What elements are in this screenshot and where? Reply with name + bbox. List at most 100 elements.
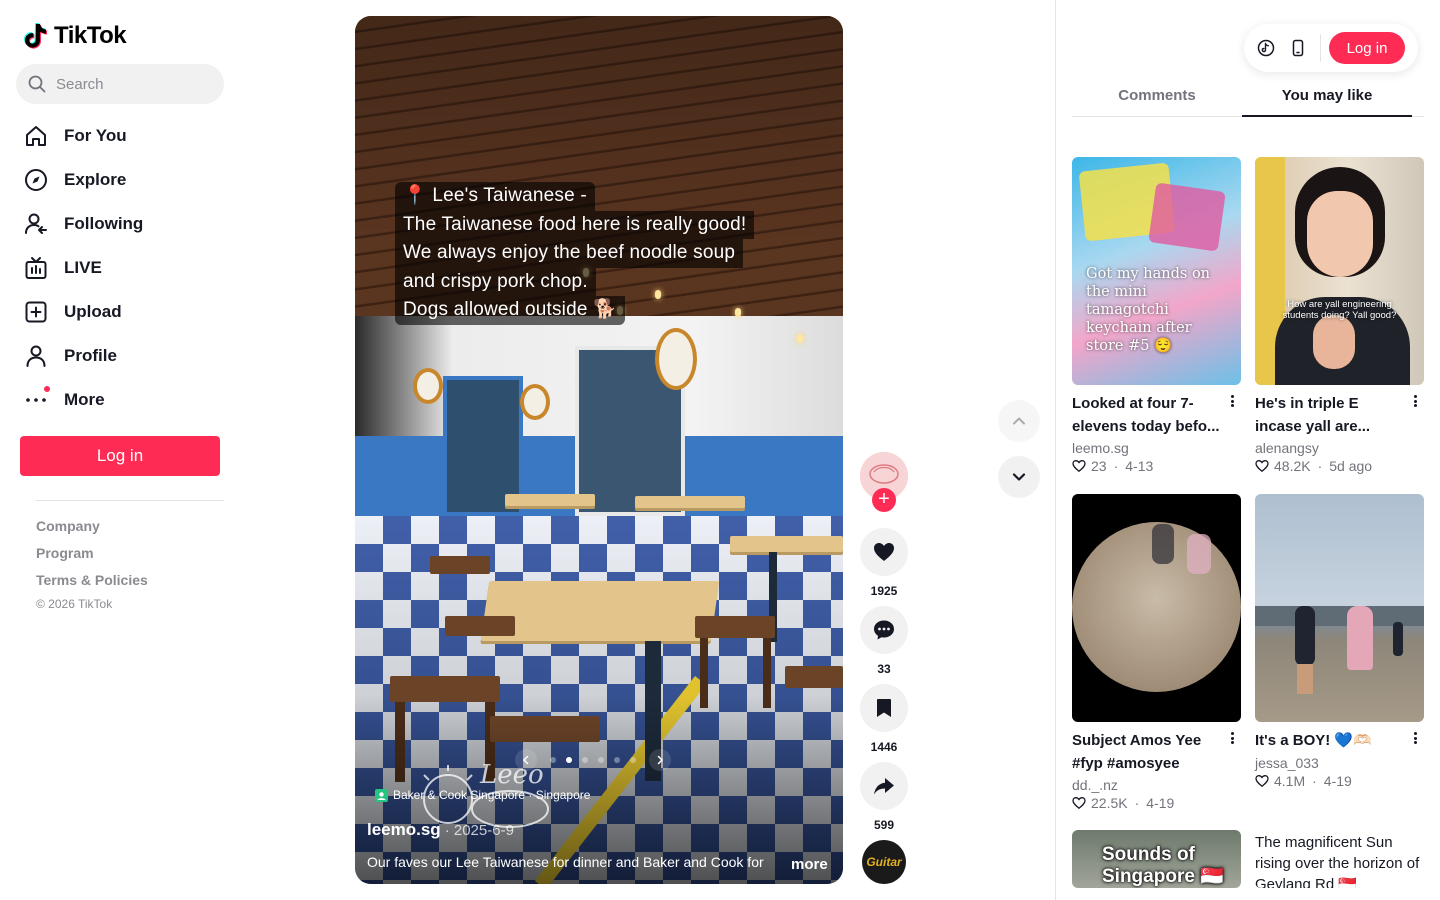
- chevron-left-icon: [522, 755, 529, 765]
- tiktok-app: TikTok For You Explore: [0, 0, 1440, 900]
- right-tabs: Comments You may like: [1072, 76, 1424, 117]
- carousel-dot[interactable]: [598, 757, 604, 763]
- video-card[interactable]: The magnificent Sun rising over the hori…: [1255, 830, 1424, 888]
- live-icon: [25, 257, 47, 279]
- caption-line: We always enjoy the beef noodle soup: [395, 239, 744, 268]
- carousel-dots: [545, 757, 641, 763]
- nav-item-more[interactable]: More: [16, 378, 224, 422]
- upload-icon: [25, 301, 47, 323]
- location-tag[interactable]: Baker & Cook Singapore · Singapore: [375, 788, 590, 802]
- image-alt-text: The magnificent Sun rising over the hori…: [1255, 834, 1420, 888]
- photo-carousel: [515, 749, 671, 771]
- carousel-next-button[interactable]: [649, 749, 671, 771]
- author-username[interactable]: leemo.sg: [367, 820, 441, 840]
- description-more-button[interactable]: more: [791, 856, 828, 873]
- next-video-button[interactable]: [998, 456, 1040, 498]
- tab-you-may-like[interactable]: You may like: [1242, 76, 1412, 117]
- nav-item-label: Profile: [64, 346, 117, 365]
- heart-outline-icon: [1255, 460, 1269, 473]
- card-meta: 22.5K · 4-19: [1072, 795, 1241, 811]
- location-label: Baker & Cook Singapore · Singapore: [393, 788, 591, 802]
- video-thumbnail: Sounds of Singapore 🇸🇬: [1072, 830, 1241, 888]
- previous-video-button[interactable]: [998, 400, 1040, 442]
- save-button[interactable]: [860, 684, 908, 732]
- action-bar: + 1925 33 1446 599: [860, 452, 908, 840]
- main-nav: For You Explore Following LIVE Upload Pr…: [16, 114, 224, 422]
- video-card[interactable]: How are yall engineering students doing?…: [1255, 157, 1424, 474]
- location-pin-icon: [375, 788, 388, 802]
- card-more-menu-icon[interactable]: [1408, 393, 1422, 409]
- video-card[interactable]: It's a BOY! 💙🫶🏻 jessa_033 4.1M · 4-19: [1255, 494, 1424, 789]
- card-date: 5d ago: [1329, 458, 1373, 474]
- nav-item-upload[interactable]: Upload: [16, 290, 224, 334]
- broken-image-thumbnail: The magnificent Sun rising over the hori…: [1255, 830, 1424, 888]
- nav-item-label: Upload: [64, 302, 122, 321]
- video-table: [480, 581, 720, 641]
- card-author[interactable]: jessa_033: [1255, 755, 1424, 771]
- comment-icon: [874, 620, 894, 640]
- video-card[interactable]: Got my hands on the mini tamagotchi keyc…: [1072, 157, 1241, 474]
- chevron-up-icon: [1013, 417, 1025, 425]
- tiktok-app-button[interactable]: [1254, 36, 1278, 60]
- card-likes: 23: [1091, 458, 1107, 474]
- post-date: · 2025-6-9: [444, 822, 514, 839]
- header-login-button[interactable]: Log in: [1329, 32, 1405, 64]
- tiktok-wordmark: TikTok: [54, 22, 127, 49]
- sidebar-login-button[interactable]: Log in: [20, 436, 220, 476]
- creator-avatar[interactable]: +: [860, 452, 908, 512]
- music-disc-label: Guitar: [866, 855, 902, 869]
- tiktok-logo[interactable]: TikTok: [24, 20, 127, 52]
- nav-item-live[interactable]: LIVE: [16, 246, 224, 290]
- home-icon: [26, 126, 46, 146]
- footer-links: Company Program Terms & Policies: [36, 518, 148, 599]
- search-icon: [28, 75, 46, 93]
- share-count: 599: [873, 818, 895, 832]
- nav-item-profile[interactable]: Profile: [16, 334, 224, 378]
- nav-item-label: For You: [64, 126, 127, 145]
- following-icon: [25, 213, 47, 234]
- video-byline: leemo.sg · 2025-6-9: [367, 820, 514, 840]
- follow-button[interactable]: +: [872, 488, 896, 512]
- restaurant-sign: [655, 328, 697, 390]
- card-date: 4-19: [1323, 772, 1352, 789]
- card-more-menu-icon[interactable]: [1225, 393, 1239, 409]
- share-icon: [874, 778, 894, 795]
- like-button[interactable]: [860, 528, 908, 576]
- card-likes: 48.2K: [1274, 458, 1311, 474]
- footer-link-program[interactable]: Program: [36, 545, 148, 572]
- nav-item-following[interactable]: Following: [16, 202, 224, 246]
- card-meta: 4.1M · 4-19: [1255, 773, 1424, 789]
- video-card[interactable]: Subject Amos Yee #fyp #amosyee dd._.nz 2…: [1072, 494, 1241, 811]
- card-author[interactable]: alenangsy: [1255, 440, 1424, 456]
- get-app-button[interactable]: [1286, 36, 1310, 60]
- carousel-dot[interactable]: [582, 757, 588, 763]
- heart-outline-icon: [1072, 797, 1086, 810]
- card-title: Subject Amos Yee #fyp #amosyee: [1072, 732, 1202, 772]
- video-player[interactable]: 📍 Lee's Taiwanese - The Taiwanese food h…: [355, 16, 843, 884]
- footer-link-company[interactable]: Company: [36, 518, 148, 545]
- search-input[interactable]: [56, 75, 206, 93]
- carousel-dot[interactable]: [614, 757, 620, 763]
- tab-comments[interactable]: Comments: [1072, 76, 1242, 116]
- card-author[interactable]: dd._.nz: [1072, 777, 1241, 793]
- comment-button[interactable]: [860, 606, 908, 654]
- heart-outline-icon: [1072, 460, 1086, 473]
- carousel-prev-button[interactable]: [515, 749, 537, 771]
- card-more-menu-icon[interactable]: [1408, 730, 1422, 746]
- save-count: 1446: [870, 740, 898, 754]
- carousel-dot[interactable]: [566, 757, 572, 763]
- card-likes: 4.1M: [1274, 772, 1306, 789]
- music-disc[interactable]: Guitar: [862, 840, 906, 884]
- video-thumbnail: How are yall engineering students doing?…: [1255, 157, 1424, 385]
- chevron-right-icon: [657, 755, 664, 765]
- nav-item-for-you[interactable]: For You: [16, 114, 224, 158]
- video-card[interactable]: Sounds of Singapore 🇸🇬: [1072, 830, 1241, 888]
- carousel-dot[interactable]: [630, 757, 636, 763]
- card-author[interactable]: leemo.sg: [1072, 440, 1241, 456]
- share-button[interactable]: [860, 762, 908, 810]
- footer-link-terms[interactable]: Terms & Policies: [36, 572, 148, 599]
- search-bar[interactable]: [16, 64, 224, 104]
- card-more-menu-icon[interactable]: [1225, 730, 1239, 746]
- nav-item-explore[interactable]: Explore: [16, 158, 224, 202]
- carousel-dot[interactable]: [550, 757, 556, 763]
